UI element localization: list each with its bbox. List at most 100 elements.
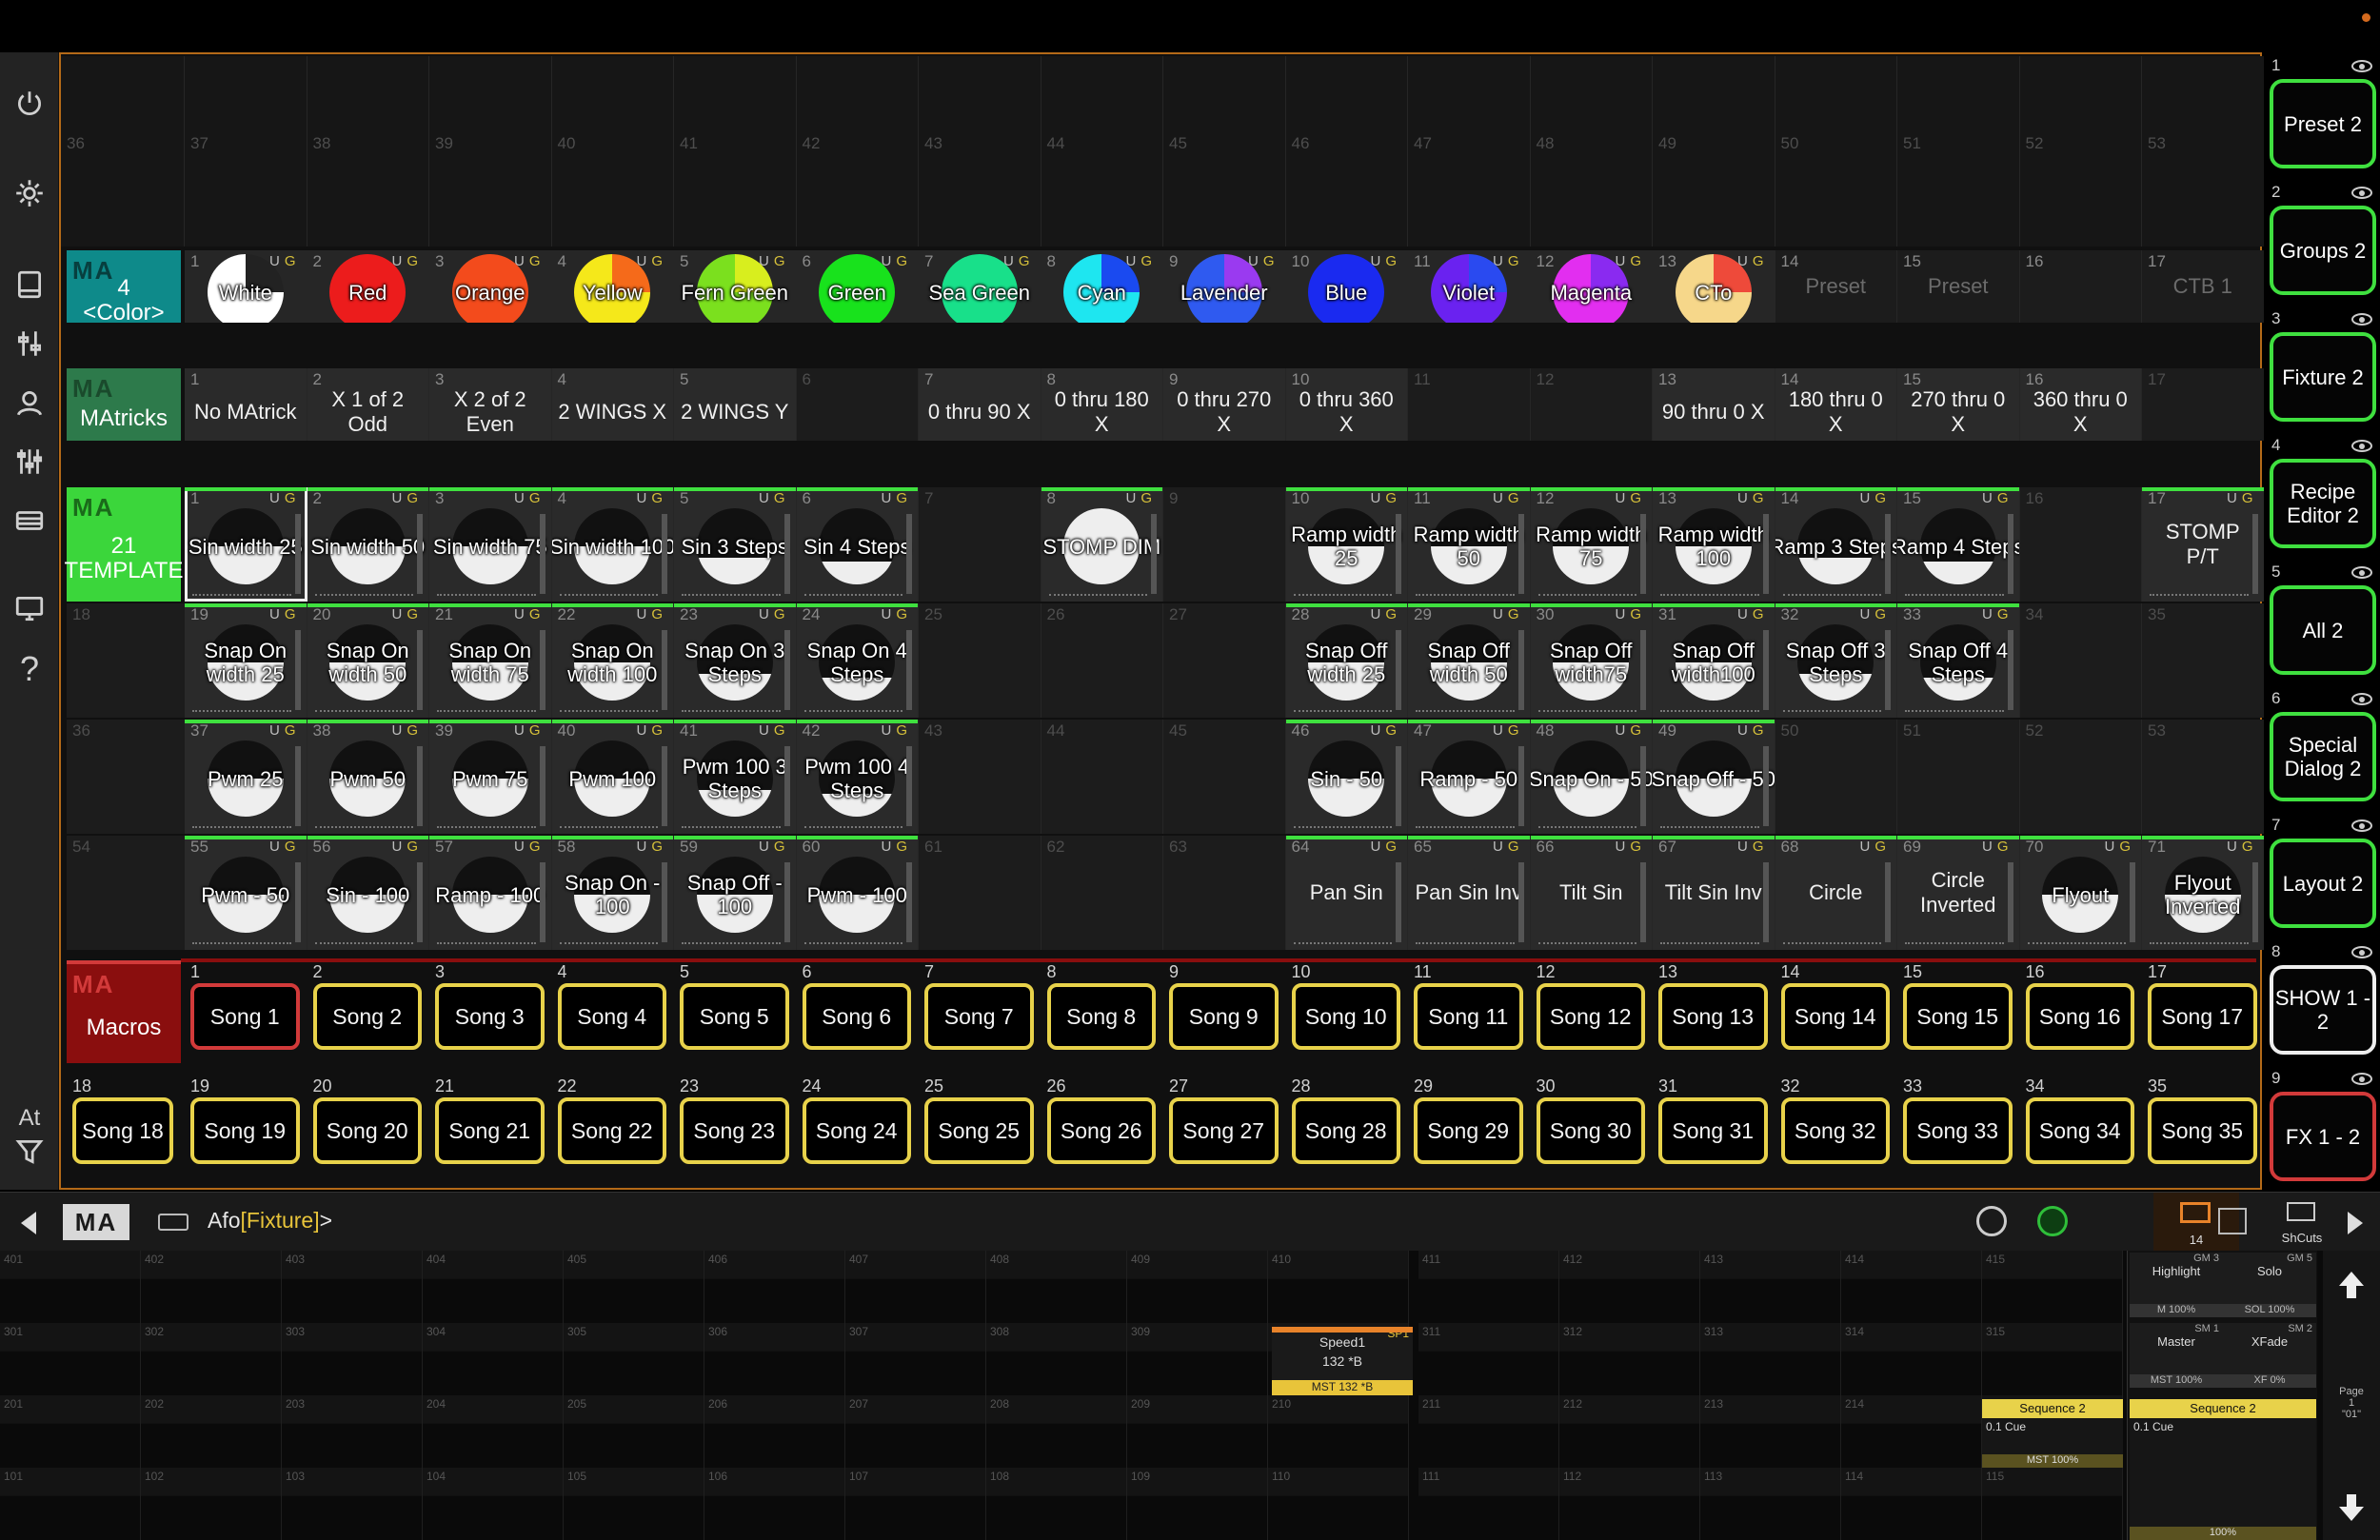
keyboard-icon[interactable] [158, 1214, 188, 1231]
color-preset-10[interactable]: 10 UG Blue [1285, 250, 1408, 323]
executor-slot[interactable]: 214 [1841, 1395, 1982, 1468]
color-preset-4[interactable]: 4 UG Yellow [551, 250, 674, 323]
executor-slot[interactable]: 305 [564, 1323, 704, 1395]
network-icon[interactable] [2037, 1206, 2068, 1236]
view-button-1[interactable]: 1 Preset 2 [2268, 54, 2378, 174]
phaser-44[interactable]: 44 [1041, 720, 1163, 834]
pool-cell[interactable]: 39 [429, 56, 552, 247]
executor-slot[interactable]: 207 [845, 1395, 986, 1468]
phaser-41[interactable]: 41 UG Pwm 100 3 Steps [674, 720, 797, 834]
phaser-38[interactable]: 38 UG Pwm 50 [307, 720, 429, 834]
book-icon[interactable] [0, 258, 59, 311]
macro-27[interactable]: Song 27 [1169, 1097, 1279, 1164]
phaser-24[interactable]: 24 UG Snap On 4 Steps [796, 603, 919, 718]
phaser-20[interactable]: 20 UG Snap On width 50 [307, 603, 429, 718]
matricks-6[interactable]: 6 [796, 368, 919, 441]
pool-cell[interactable]: 48 [1530, 56, 1653, 247]
executor-slot[interactable]: 311 [1418, 1323, 1559, 1395]
phaser-2[interactable]: 2 UG Sin width 50 [307, 487, 429, 602]
phaser-9[interactable]: 9 [1163, 487, 1286, 602]
executor-slot[interactable]: 402 [141, 1251, 282, 1323]
macro-11[interactable]: Song 11 [1414, 983, 1523, 1050]
color-pool-header[interactable]: MA 4 <Color> [67, 250, 181, 326]
phaser-40[interactable]: 40 UG Pwm 100 [551, 720, 674, 834]
solo-master[interactable]: GM 5 Solo SOL 100% [2223, 1253, 2316, 1317]
pool-cell[interactable]: 45 [1163, 56, 1286, 247]
speed-master[interactable]: SP1 Speed1 132 *B MST 132 *B [1272, 1327, 1413, 1395]
executor-slot[interactable]: 101 [0, 1468, 141, 1540]
user-icon[interactable] [0, 376, 59, 429]
pool-cell[interactable]: 37 [185, 56, 307, 247]
macro-9[interactable]: Song 9 [1169, 983, 1279, 1050]
sequence-playback-a[interactable]: Sequence 2 0.1 Cue MST 100% [1982, 1399, 2123, 1468]
phaser-58[interactable]: 58 UG Snap On - 100 [551, 836, 674, 950]
macro-35[interactable]: Song 35 [2148, 1097, 2257, 1164]
executor-slot[interactable]: 313 [1700, 1323, 1841, 1395]
grand-master[interactable]: SM 1 Master MST 100% [2130, 1323, 2223, 1388]
power-icon[interactable] [0, 77, 59, 130]
phaser-48[interactable]: 48 UG Snap On - 50 [1530, 720, 1653, 834]
executor-slot[interactable]: 110 [1268, 1468, 1409, 1540]
phaser-16[interactable]: 16 [2019, 487, 2142, 602]
phaser-4[interactable]: 4 UG Sin width 100 [551, 487, 674, 602]
color-preset-3[interactable]: 3 UG Orange [429, 250, 552, 323]
phaser-28[interactable]: 28 UG Snap Off width 25 [1285, 603, 1408, 718]
matricks-8[interactable]: 80 thru 180 X [1041, 368, 1163, 441]
macro-29[interactable]: Song 29 [1414, 1097, 1523, 1164]
executor-slot[interactable]: 409 [1127, 1251, 1268, 1323]
macro-22[interactable]: Song 22 [557, 1097, 666, 1164]
phaser-33[interactable]: 33 UG Snap Off 4 Steps [1897, 603, 2020, 718]
phaser-49[interactable]: 49 UG Snap Off - 50 [1653, 720, 1775, 834]
macro-21[interactable]: Song 21 [435, 1097, 545, 1164]
command-line-input[interactable]: Afo[Fixture]> [208, 1208, 332, 1234]
color-preset-2[interactable]: 2 UG Red [307, 250, 429, 323]
view-button-4[interactable]: 4 Recipe Editor 2 [2268, 434, 2378, 554]
pool-cell[interactable]: 42 [796, 56, 919, 247]
faders-icon[interactable] [0, 317, 59, 370]
executor-slot[interactable]: 406 [704, 1251, 845, 1323]
color-preset-1[interactable]: 1 UG White [185, 250, 307, 323]
phaser-1[interactable]: 1 UG Sin width 25 [185, 487, 307, 602]
view-button-9[interactable]: 9 FX 1 - 2 [2268, 1067, 2378, 1187]
matricks-2[interactable]: 2X 1 of 2 Odd [307, 368, 429, 441]
color-preset-6[interactable]: 6 UG Green [796, 250, 919, 323]
phaser-43[interactable]: 43 [919, 720, 1041, 834]
page-down-icon[interactable] [2330, 1487, 2372, 1529]
executor-slot[interactable]: 206 [704, 1395, 845, 1468]
executor-slot[interactable]: 205 [564, 1395, 704, 1468]
color-preset-5[interactable]: 5 UG Fern Green [674, 250, 797, 323]
phaser-37[interactable]: 37 UG Pwm 25 [185, 720, 307, 834]
executor-slot[interactable]: 106 [704, 1468, 845, 1540]
phaser-66[interactable]: 66 UG Tilt Sin [1530, 836, 1653, 950]
phaser-5[interactable]: 5 UG Sin 3 Steps [674, 487, 797, 602]
phaser-69[interactable]: 69 UG Circle Inverted [1897, 836, 2020, 950]
color-preset-16[interactable]: 16 [2019, 250, 2142, 323]
executor-slot[interactable]: 312 [1559, 1323, 1700, 1395]
macro-31[interactable]: Song 31 [1658, 1097, 1768, 1164]
phaser-12[interactable]: 12 UG Ramp width 75 [1530, 487, 1653, 602]
macro-30[interactable]: Song 30 [1536, 1097, 1645, 1164]
matricks-7[interactable]: 70 thru 90 X [919, 368, 1041, 441]
color-preset-12[interactable]: 12 UG Magenta [1530, 250, 1653, 323]
pool-cell[interactable]: 51 [1897, 56, 2020, 247]
phaser-15[interactable]: 15 UG Ramp 4 Steps [1897, 487, 2020, 602]
macro-24[interactable]: Song 24 [802, 1097, 911, 1164]
executor-slot[interactable]: 304 [423, 1323, 564, 1395]
executor-slot[interactable]: 306 [704, 1323, 845, 1395]
matricks-16[interactable]: 16 360 thru 0 X [2019, 368, 2142, 441]
pool-cell[interactable]: 36 [61, 56, 185, 247]
matricks-14[interactable]: 14 180 thru 0 X [1775, 368, 1897, 441]
executor-slot[interactable]: 314 [1841, 1323, 1982, 1395]
phaser-26[interactable]: 26 [1041, 603, 1163, 718]
view-button-5[interactable]: 5 All 2 [2268, 561, 2378, 681]
matricks-5[interactable]: 52 WINGS Y [674, 368, 797, 441]
macro-32[interactable]: Song 32 [1780, 1097, 1890, 1164]
executor-slot[interactable]: 115 [1982, 1468, 2123, 1540]
phaser-55[interactable]: 55 UG Pwm - 50 [185, 836, 307, 950]
macro-20[interactable]: Song 20 [312, 1097, 422, 1164]
macro-18[interactable]: Song 18 [72, 1097, 173, 1164]
page-up-icon[interactable] [2330, 1264, 2372, 1306]
sliders-icon[interactable] [0, 435, 59, 488]
color-preset-11[interactable]: 11 UG Violet [1408, 250, 1531, 323]
phaser-23[interactable]: 23 UG Snap On 3 Steps [674, 603, 797, 718]
